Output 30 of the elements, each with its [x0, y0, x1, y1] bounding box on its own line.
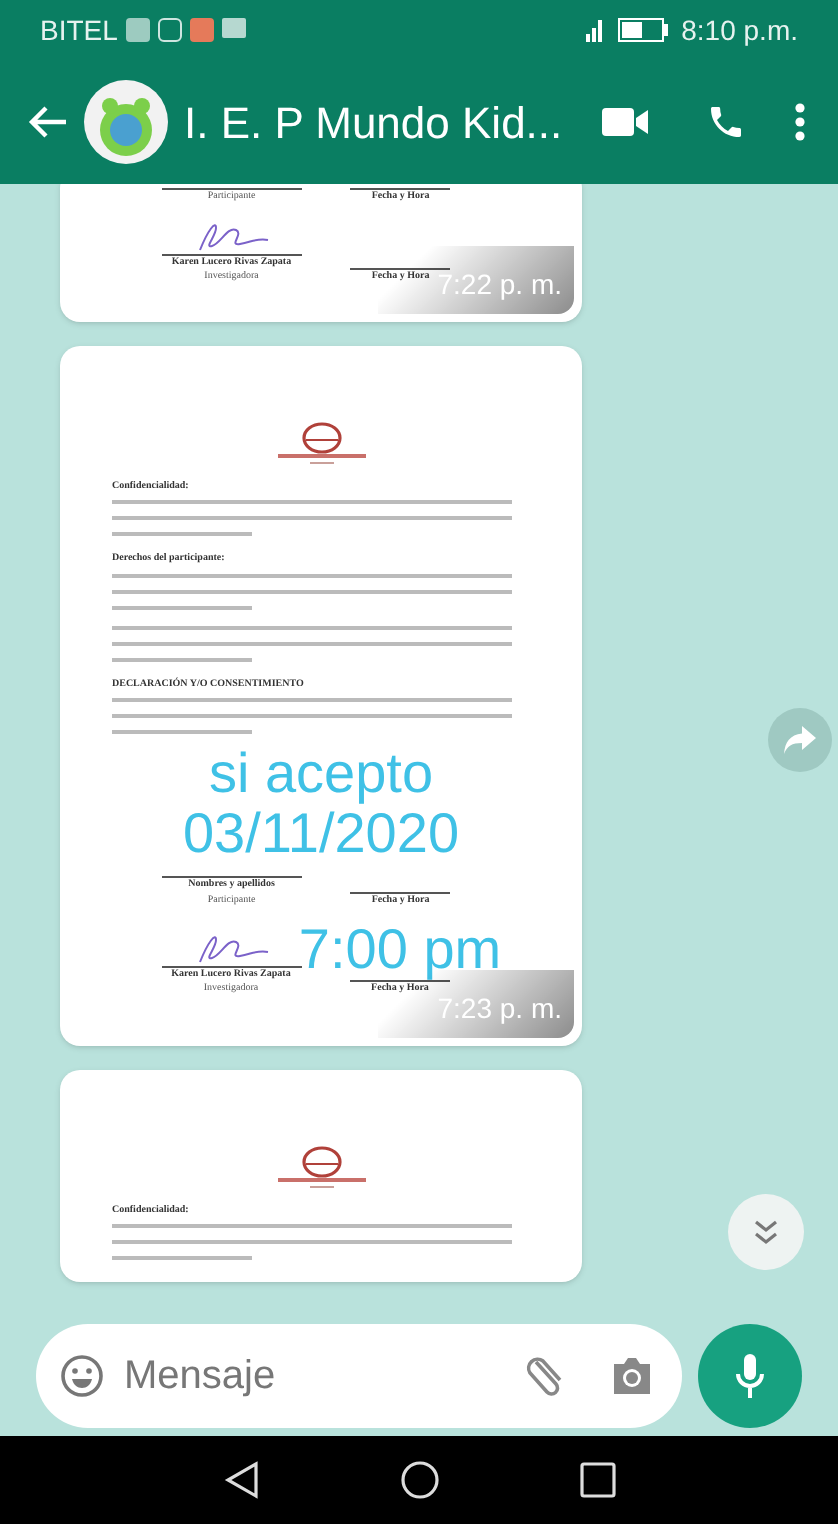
handwritten-annotation: si acepto — [206, 744, 436, 804]
message-notification-icon — [221, 18, 246, 38]
message-time: 7:23 p. m. — [437, 991, 562, 1023]
app-notification-icon — [189, 18, 214, 42]
handwritten-annotation: 03/11/2020 — [180, 804, 462, 864]
battery-icon — [617, 18, 670, 42]
scroll-down-button[interactable] — [728, 1194, 804, 1270]
phone-icon[interactable] — [706, 102, 746, 142]
camera-icon[interactable] — [610, 1356, 654, 1396]
video-call-icon[interactable] — [602, 106, 650, 138]
home-circle-icon[interactable] — [399, 1460, 439, 1500]
smiley-icon[interactable] — [60, 1354, 104, 1398]
more-options-icon[interactable] — [794, 102, 806, 142]
status-time: 8:10 p.m. — [681, 11, 798, 50]
chat-title[interactable]: I. E. P Mundo Kid... — [184, 89, 563, 155]
double-chevron-down-icon — [752, 1218, 780, 1246]
message-input-bar[interactable]: Mensaje — [36, 1324, 682, 1428]
carrier-name: BITEL — [40, 11, 118, 49]
microphone-icon — [734, 1352, 766, 1400]
camera-notification-icon — [157, 18, 182, 42]
back-triangle-icon[interactable] — [223, 1460, 259, 1500]
message-time: 7:22 p. m. — [437, 267, 562, 299]
group-avatar[interactable] — [84, 80, 168, 164]
back-arrow-icon[interactable] — [28, 104, 68, 140]
signal-icon — [585, 19, 602, 41]
gallery-notification-icon — [125, 18, 150, 42]
handwritten-annotation: 7:00 pm — [298, 920, 502, 980]
recent-apps-square-icon[interactable] — [579, 1462, 615, 1498]
microphone-button[interactable] — [698, 1324, 802, 1428]
share-arrow-icon — [784, 726, 816, 754]
